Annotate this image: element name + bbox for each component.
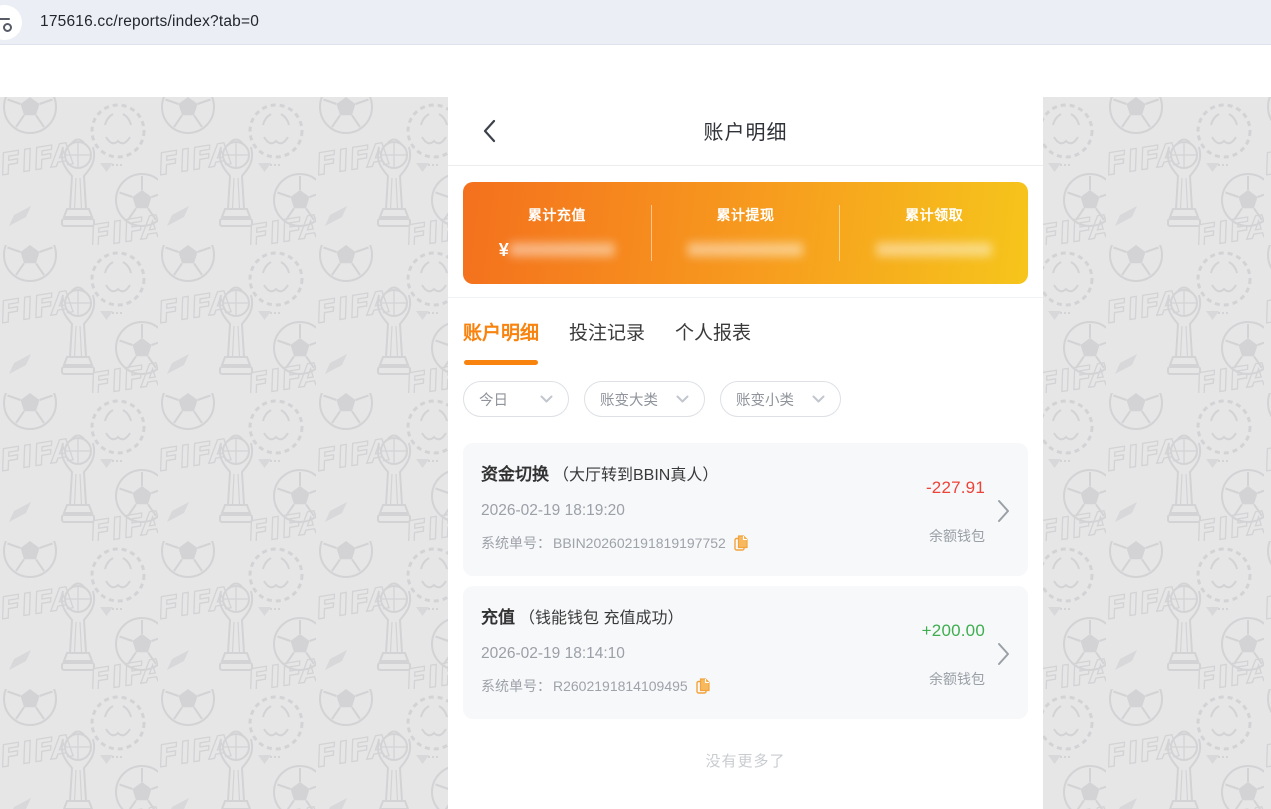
transaction-info: 资金切换 （大厅转到BBIN真人） 2026-02-19 18:19:20 系统… — [481, 460, 926, 561]
transaction-subtitle: （钱能钱包 充值成功） — [519, 604, 683, 628]
tab-label: 投注记录 — [569, 323, 645, 344]
order-number: R2602191814109495 — [553, 678, 688, 694]
transaction-order-row: 系统单号： R2602191814109495 — [481, 676, 922, 696]
chevron-right-icon — [997, 642, 1010, 666]
copy-icon — [734, 535, 748, 551]
tab-bar: 账户明细 投注记录 个人报表 — [463, 318, 1028, 365]
page-body: FIFA — [0, 45, 1271, 809]
filter-major-type-dropdown[interactable]: 账变大类 — [584, 381, 705, 417]
transaction-amount: -227.91 — [926, 478, 985, 498]
filter-label: 今日 — [479, 389, 508, 410]
filter-minor-type-dropdown[interactable]: 账变小类 — [720, 381, 841, 417]
total-deposit-label: 累计充值 — [463, 205, 651, 225]
chevron-left-icon — [482, 119, 496, 143]
currency-symbol: ¥ — [499, 240, 509, 260]
transaction-datetime: 2026-02-19 18:14:10 — [481, 645, 922, 663]
copy-order-button[interactable] — [696, 678, 710, 694]
total-claim-value: 88888888888 — [840, 240, 1028, 262]
order-label: 系统单号： — [481, 533, 551, 553]
total-withdraw-label: 累计提现 — [652, 205, 840, 225]
wallet-label: 余额钱包 — [929, 526, 985, 546]
total-withdraw-value: 88888888888 — [652, 240, 840, 262]
masked-amount: 88888888888 — [876, 240, 992, 261]
filter-label: 账变大类 — [600, 389, 658, 410]
masked-amount: 8888888888 — [510, 240, 615, 261]
chevron-down-icon — [676, 395, 689, 403]
row-chevron[interactable] — [997, 642, 1010, 666]
chevron-down-icon — [812, 395, 825, 403]
page-title: 账户明细 — [704, 116, 788, 145]
transaction-type: 资金切换 — [481, 460, 549, 485]
transaction-row[interactable]: 充值 （钱能钱包 充值成功） 2026-02-19 18:14:10 系统单号：… — [463, 586, 1028, 719]
transaction-list: 资金切换 （大厅转到BBIN真人） 2026-02-19 18:19:20 系统… — [448, 417, 1043, 771]
transaction-amount-block: +200.00 余额钱包 — [922, 603, 1010, 704]
tabs-section: 账户明细 投注记录 个人报表 — [448, 297, 1043, 365]
tab-bet-records[interactable]: 投注记录 — [569, 318, 645, 365]
no-more-text: 没有更多了 — [463, 750, 1028, 771]
filter-date-dropdown[interactable]: 今日 — [463, 381, 569, 417]
tab-label: 个人报表 — [675, 323, 751, 344]
total-claim-label: 累计领取 — [840, 205, 1028, 225]
summary-section: 累计充值 ¥8888888888 累计提现 88888888888 累计领取 8… — [448, 166, 1043, 297]
row-chevron[interactable] — [997, 499, 1010, 523]
transaction-amount: +200.00 — [922, 621, 985, 641]
total-deposit: 累计充值 ¥8888888888 — [463, 205, 651, 262]
filter-row: 今日 账变大类 账变小类 — [448, 365, 1043, 417]
order-number: BBIN202602191819197752 — [553, 535, 726, 551]
filter-label: 账变小类 — [736, 389, 794, 410]
copy-icon — [696, 678, 710, 694]
transaction-type: 充值 — [481, 603, 515, 628]
site-icon — [0, 5, 22, 40]
transaction-subtitle: （大厅转到BBIN真人） — [553, 461, 718, 485]
total-deposit-value: ¥8888888888 — [463, 240, 651, 262]
total-withdraw: 累计提现 88888888888 — [652, 205, 840, 262]
tab-label: 账户明细 — [463, 323, 539, 344]
transaction-order-row: 系统单号： BBIN202602191819197752 — [481, 533, 926, 553]
chevron-right-icon — [997, 499, 1010, 523]
tab-personal-report[interactable]: 个人报表 — [675, 318, 751, 365]
masked-amount: 88888888888 — [688, 240, 804, 261]
browser-url-bar[interactable]: 175616.cc/reports/index?tab=0 — [0, 0, 1271, 45]
transaction-datetime: 2026-02-19 18:19:20 — [481, 502, 926, 520]
url-text[interactable]: 175616.cc/reports/index?tab=0 — [40, 13, 259, 31]
chevron-down-icon — [540, 395, 553, 403]
back-button[interactable] — [476, 118, 502, 144]
copy-order-button[interactable] — [734, 535, 748, 551]
order-label: 系统单号： — [481, 676, 551, 696]
transaction-amount-block: -227.91 余额钱包 — [926, 460, 1010, 561]
total-claim: 累计领取 88888888888 — [840, 205, 1028, 262]
app-header: 账户明细 — [448, 45, 1043, 166]
favicon-glyph-icon — [0, 17, 11, 29]
transaction-row[interactable]: 资金切换 （大厅转到BBIN真人） 2026-02-19 18:19:20 系统… — [463, 443, 1028, 576]
active-tab-indicator — [464, 360, 538, 365]
totals-card: 累计充值 ¥8888888888 累计提现 88888888888 累计领取 8… — [463, 182, 1028, 284]
transaction-info: 充值 （钱能钱包 充值成功） 2026-02-19 18:14:10 系统单号：… — [481, 603, 922, 704]
tab-account-details[interactable]: 账户明细 — [463, 318, 539, 365]
wallet-label: 余额钱包 — [929, 669, 985, 689]
app-container: 账户明细 累计充值 ¥8888888888 累计提现 88888888888 累… — [448, 45, 1043, 809]
